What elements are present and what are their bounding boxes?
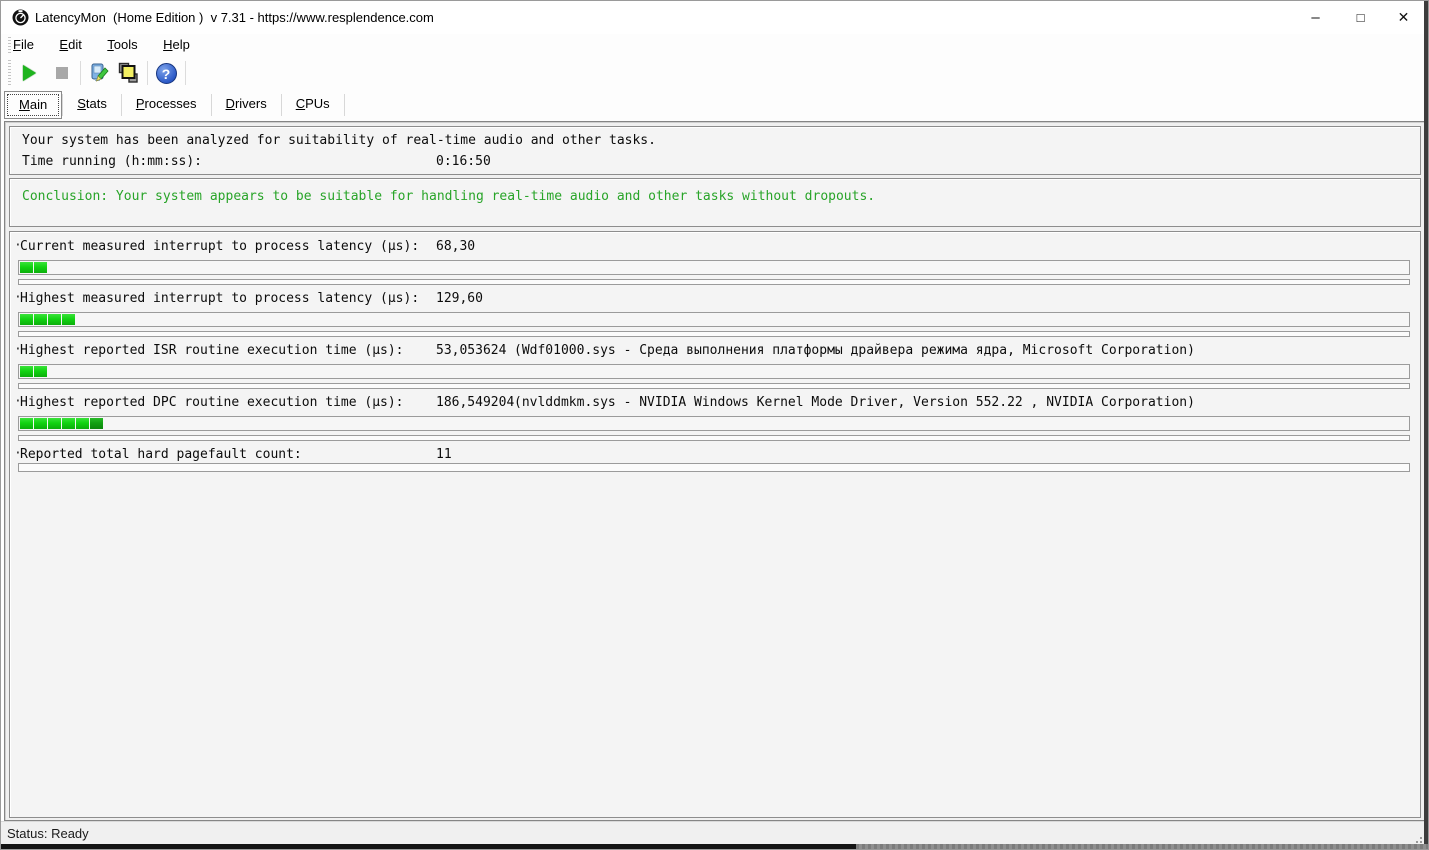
toolbar-separator xyxy=(185,61,186,85)
latency-segment xyxy=(34,366,47,377)
menu-edit[interactable]: Edit xyxy=(50,34,90,57)
start-monitor-button[interactable] xyxy=(16,60,42,86)
measurement-row-current-latency: · Current measured interrupt to process … xyxy=(10,238,1420,290)
measurement-value: 68,30 xyxy=(436,239,476,254)
play-icon xyxy=(22,65,36,81)
measurement-value: 11 xyxy=(436,447,452,462)
toolbar: ? xyxy=(1,57,1428,90)
toolbar-separator xyxy=(80,61,81,85)
main-panel: Your system has been analyzed for suitab… xyxy=(4,121,1427,821)
latency-bar-secondary xyxy=(18,435,1410,441)
latency-bar xyxy=(18,416,1410,431)
analysis-panel: Your system has been analyzed for suitab… xyxy=(9,126,1421,175)
latency-segment xyxy=(48,418,61,429)
latency-bar xyxy=(18,312,1410,327)
measurement-value: 53,053624 xyxy=(436,343,507,358)
latency-segment xyxy=(62,314,75,325)
measurement-row-highest-latency: · Highest measured interrupt to process … xyxy=(10,290,1420,342)
measurement-label: Highest reported ISR routine execution t… xyxy=(20,343,404,358)
measurement-value: 129,60 xyxy=(436,291,483,306)
app-icon xyxy=(12,9,29,26)
close-button[interactable]: ✕ xyxy=(1381,1,1426,34)
measurement-label: Highest reported DPC routine execution t… xyxy=(20,395,404,410)
latency-segment xyxy=(20,314,33,325)
help-icon: ? xyxy=(155,62,177,84)
latency-segment xyxy=(62,418,75,429)
latency-bar xyxy=(18,364,1410,379)
latency-segment xyxy=(34,418,47,429)
measurement-value: 186,549204 xyxy=(436,395,515,410)
toolbar-gripper xyxy=(8,60,11,86)
desktop-dark-strip xyxy=(1,844,856,849)
edit-options-button[interactable] xyxy=(86,60,112,86)
latency-bar xyxy=(18,260,1410,275)
help-button[interactable]: ? xyxy=(153,60,179,86)
measurement-driver-info: (Wdf01000.sys - Среда выполнения платфор… xyxy=(514,343,1195,358)
window-right-border xyxy=(1424,1,1428,844)
measurement-row-dpc-time: · Highest reported DPC routine execution… xyxy=(10,394,1420,446)
latency-bar-secondary xyxy=(18,331,1410,337)
tab-drivers[interactable]: Drivers xyxy=(212,91,281,117)
latency-bar-secondary xyxy=(18,279,1410,285)
menu-bar: File Edit Tools Help xyxy=(1,34,1428,58)
window-title: LatencyMon (Home Edition ) v 7.31 - http… xyxy=(35,10,434,25)
latency-segment xyxy=(20,366,33,377)
analysis-text: Your system has been analyzed for suitab… xyxy=(22,133,656,148)
menu-help[interactable]: Help xyxy=(154,34,199,57)
tab-bar: Main Stats Processes Drivers CPUs xyxy=(1,89,1428,121)
latency-segment xyxy=(76,418,89,429)
latencymon-window: LatencyMon (Home Edition ) v 7.31 - http… xyxy=(0,0,1429,850)
measurement-label: Highest measured interrupt to process la… xyxy=(20,291,420,306)
toolbar-separator xyxy=(147,61,148,85)
status-bar: Status: Ready xyxy=(1,821,1428,845)
measurement-label: Reported total hard pagefault count: xyxy=(20,447,302,462)
latency-bar-secondary xyxy=(18,383,1410,389)
time-running-value: 0:16:50 xyxy=(436,154,491,169)
measurement-label: Current measured interrupt to process la… xyxy=(20,239,420,254)
measurement-row-isr-time: · Highest reported ISR routine execution… xyxy=(10,342,1420,394)
measurements-panel: · Current measured interrupt to process … xyxy=(9,231,1421,818)
tab-cpus[interactable]: CPUs xyxy=(282,91,344,117)
toolbar-gripper xyxy=(8,37,11,54)
latency-segment xyxy=(34,262,47,273)
measurement-row-pagefaults: · Reported total hard pagefault count: 1… xyxy=(10,446,1420,498)
copy-icon xyxy=(118,62,138,83)
minimize-button[interactable]: – xyxy=(1293,1,1338,34)
latency-segment xyxy=(48,314,61,325)
status-text: Status: Ready xyxy=(7,826,89,841)
stop-icon xyxy=(56,67,68,79)
latency-segment xyxy=(20,262,33,273)
title-bar: LatencyMon (Home Edition ) v 7.31 - http… xyxy=(1,1,1428,34)
menu-tools[interactable]: Tools xyxy=(98,34,146,57)
stop-monitor-button[interactable] xyxy=(49,60,75,86)
time-running-label: Time running (h:mm:ss): xyxy=(22,154,203,169)
tab-stats[interactable]: Stats xyxy=(63,91,121,117)
tab-processes[interactable]: Processes xyxy=(122,91,211,117)
conclusion-text: Conclusion: Your system appears to be su… xyxy=(22,189,876,204)
copy-report-button[interactable] xyxy=(115,60,141,86)
latency-bar-secondary xyxy=(18,463,1410,472)
latency-segment xyxy=(34,314,47,325)
desktop-edge xyxy=(1,844,1428,849)
maximize-button[interactable]: □ xyxy=(1338,1,1383,34)
measurement-driver-info: (nvlddmkm.sys - NVIDIA Windows Kernel Mo… xyxy=(514,395,1195,410)
tab-separator xyxy=(343,94,345,116)
tools-icon xyxy=(91,63,109,82)
taskbar-texture-strip xyxy=(856,844,1428,849)
tab-main[interactable]: Main xyxy=(4,91,63,119)
latency-segment xyxy=(20,418,33,429)
conclusion-panel: Conclusion: Your system appears to be su… xyxy=(9,178,1421,227)
latency-segment xyxy=(90,418,103,429)
